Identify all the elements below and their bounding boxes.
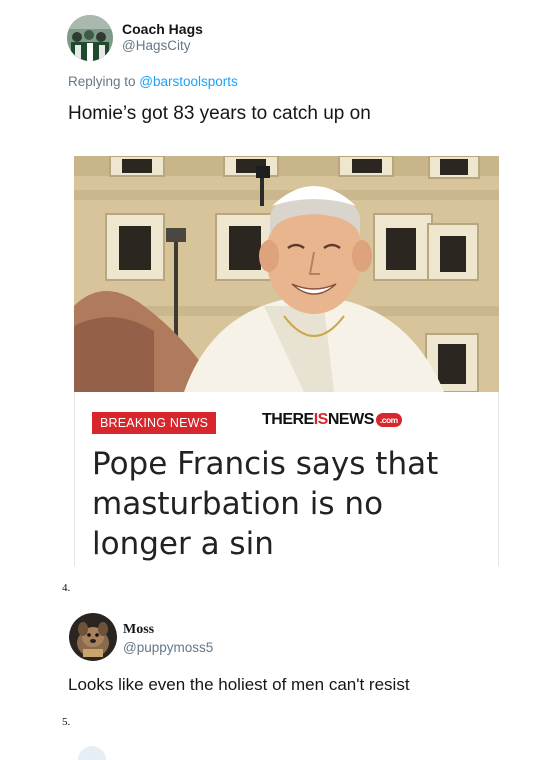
news-brand-logo: THERE IS NEWS .com bbox=[262, 411, 402, 429]
avatar[interactable] bbox=[67, 15, 113, 61]
tweet-text: Homie’s got 83 years to catch up on bbox=[68, 103, 371, 124]
brand-part-1: THERE bbox=[262, 411, 314, 428]
list-number: 5. bbox=[62, 716, 71, 728]
news-card[interactable]: BREAKING NEWS THERE IS NEWS .com Pope Franc… bbox=[74, 392, 499, 566]
team-photo-icon bbox=[67, 15, 113, 61]
brand-part-3: NEWS bbox=[327, 411, 375, 428]
list-number: 4. bbox=[62, 582, 71, 594]
replying-prefix: Replying to bbox=[68, 74, 140, 89]
news-headline: Pope Francis says that masturbation is n… bbox=[92, 446, 439, 562]
brand-part-2: IS bbox=[313, 411, 329, 428]
display-name[interactable]: Coach Hags bbox=[122, 21, 203, 37]
user-handle[interactable]: @puppymoss5 bbox=[123, 640, 213, 655]
next-avatar-partial bbox=[78, 746, 106, 760]
brand-suffix: .com bbox=[375, 413, 402, 427]
dog-photo-icon bbox=[69, 613, 117, 661]
tweet-media[interactable]: BREAKING NEWS THERE IS NEWS .com Pope Franc… bbox=[74, 156, 499, 566]
pope-photo bbox=[74, 156, 499, 392]
replying-to: Replying to @barstoolsports bbox=[68, 74, 238, 89]
avatar[interactable] bbox=[69, 613, 117, 661]
mention-link[interactable]: @barstoolsports bbox=[139, 74, 238, 89]
breaking-news-badge: BREAKING NEWS bbox=[92, 412, 217, 434]
user-handle[interactable]: @HagsCity bbox=[122, 38, 190, 53]
tweet-text: Looks like even the holiest of men can't… bbox=[68, 675, 410, 694]
tweet-coach-hags: Coach Hags @HagsCity Replying to @barsto… bbox=[0, 0, 536, 575]
display-name[interactable]: Moss bbox=[123, 622, 154, 638]
tweet-moss: Moss @puppymoss5 Looks like even the hol… bbox=[0, 600, 536, 710]
